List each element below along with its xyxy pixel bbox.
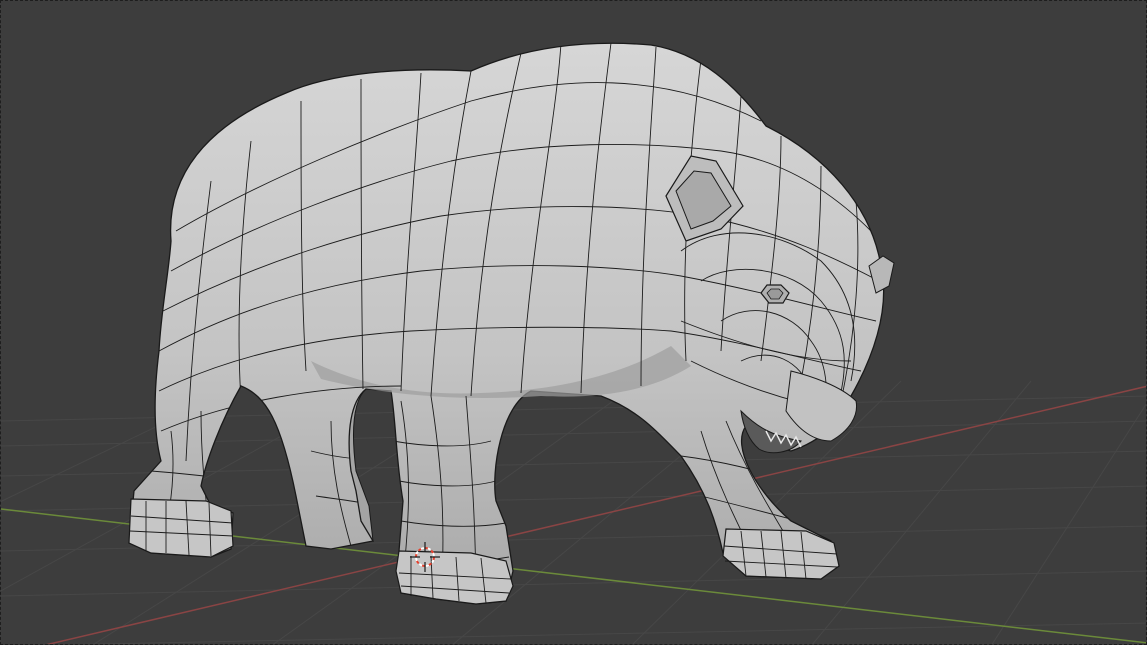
front-paw	[395, 550, 514, 605]
viewport-canvas[interactable]	[1, 1, 1147, 645]
bear-mesh-icon[interactable]	[128, 42, 895, 605]
3d-viewport[interactable]	[0, 0, 1147, 645]
hind-paw	[128, 498, 234, 558]
bear-body	[128, 42, 885, 605]
